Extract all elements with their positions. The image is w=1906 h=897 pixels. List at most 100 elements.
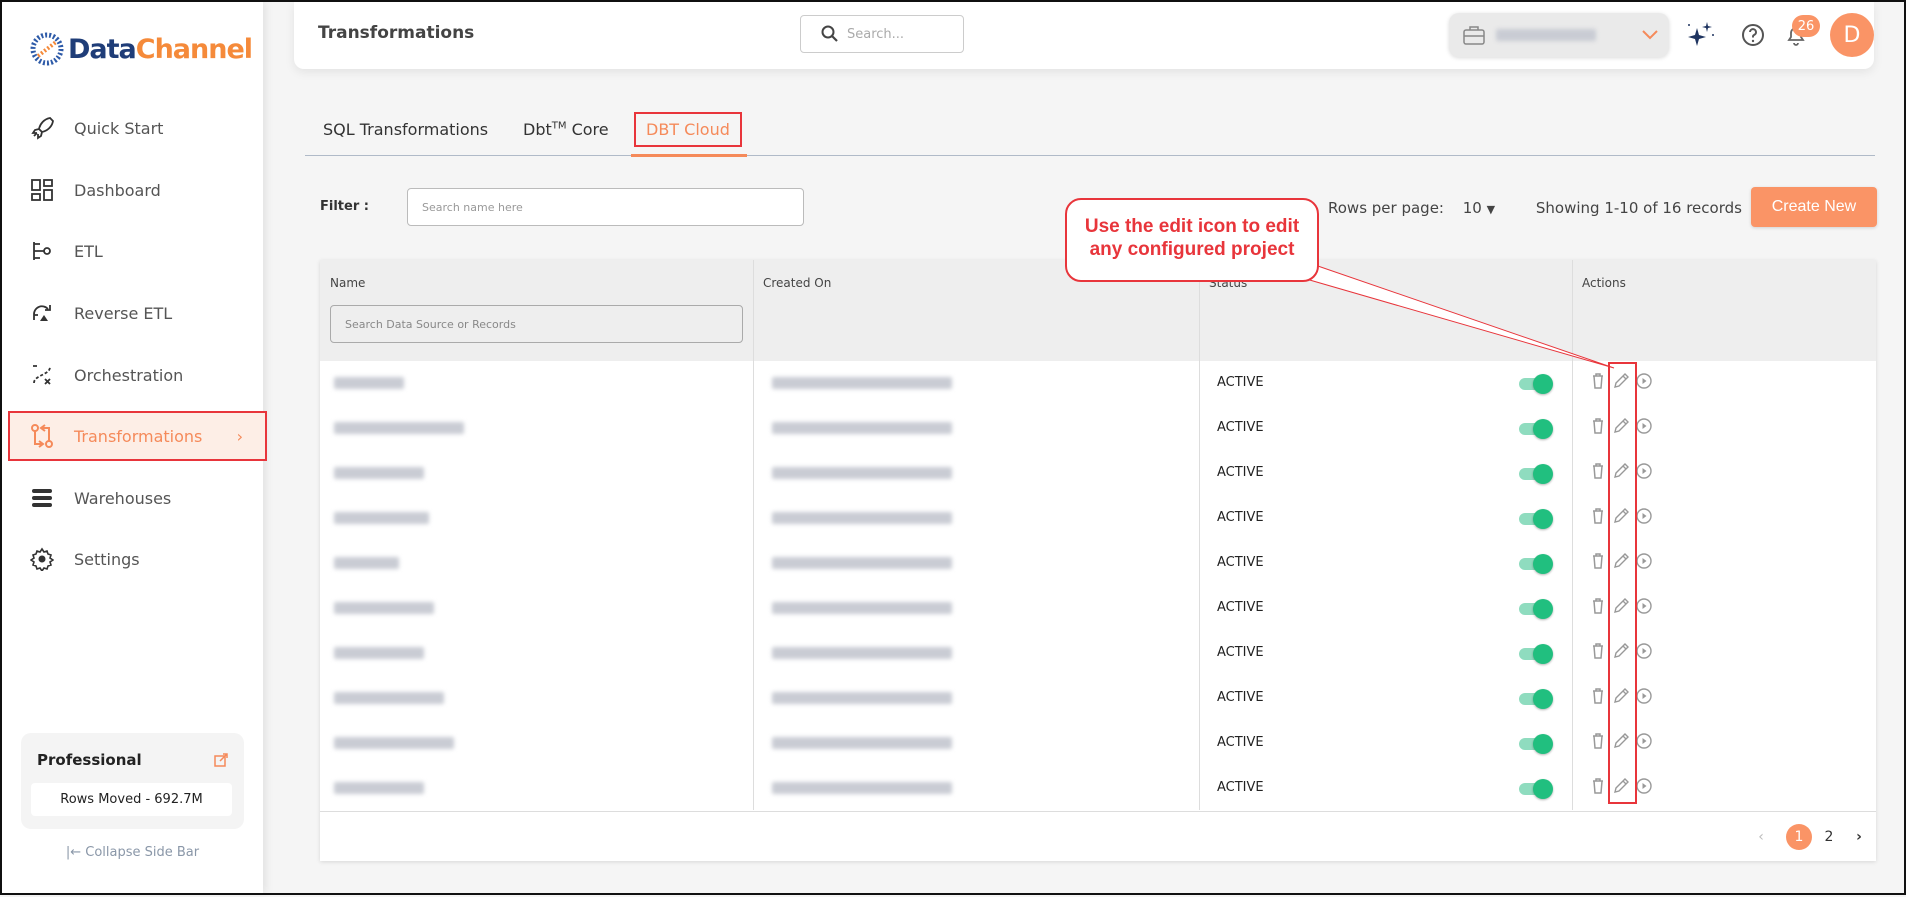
- annotation-line-2: any configured project: [1089, 239, 1295, 260]
- logo-text-channel: Channel: [135, 33, 253, 65]
- status-toggle[interactable]: [1519, 599, 1553, 619]
- trademark-sup: TM: [551, 120, 567, 132]
- name-cell-redacted: [334, 647, 424, 659]
- run-icon[interactable]: [1636, 598, 1652, 614]
- sidebar-item-label: ETL: [74, 241, 103, 261]
- ai-sparkle-icon[interactable]: [1687, 22, 1715, 48]
- sidebar-item-orchestration[interactable]: Orchestration: [2, 350, 263, 400]
- warehouse-icon: [30, 486, 54, 510]
- rocket-icon: [30, 116, 54, 140]
- status-text: ACTIVE: [1217, 420, 1264, 435]
- global-search-input[interactable]: Search...: [800, 15, 964, 53]
- status-toggle[interactable]: [1519, 779, 1553, 799]
- filter-label: Filter :: [320, 199, 369, 214]
- plan-name: Professional: [37, 751, 142, 769]
- delete-icon[interactable]: [1591, 463, 1605, 479]
- sidebar-item-warehouses[interactable]: Warehouses: [2, 473, 263, 523]
- top-header: Transformations Search... 26 D: [294, 2, 1874, 69]
- created-on-cell-redacted: [772, 782, 952, 794]
- status-toggle[interactable]: [1519, 734, 1553, 754]
- logo-globe-icon: [30, 32, 64, 66]
- table-row: ACTIVE: [320, 586, 1876, 631]
- caret-down-icon: ▼: [1486, 203, 1496, 216]
- tab-dbt-core[interactable]: DbtTM Core: [523, 120, 609, 139]
- next-page-button[interactable]: ›: [1846, 824, 1872, 850]
- reverse-etl-icon: [30, 301, 54, 325]
- sidebar-item-quick-start[interactable]: Quick Start: [2, 103, 263, 153]
- delete-icon[interactable]: [1591, 688, 1605, 704]
- transformation-tabs: SQL Transformations DbtTM Core DBT Cloud: [305, 106, 1875, 157]
- sidebar-item-etl[interactable]: ETL: [2, 226, 263, 276]
- pagination: ‹ 1 2 ›: [320, 811, 1876, 861]
- name-cell-redacted: [334, 467, 424, 479]
- workspace-selector[interactable]: [1449, 13, 1669, 57]
- run-icon[interactable]: [1636, 418, 1652, 434]
- created-on-cell-redacted: [772, 512, 952, 524]
- rows-per-page: Rows per page: 10 ▼ Showing 1-10 of 16 r…: [1328, 199, 1742, 217]
- chevron-down-icon: [1642, 30, 1658, 40]
- edit-icons-highlight: [1608, 362, 1637, 804]
- delete-icon[interactable]: [1591, 598, 1605, 614]
- status-toggle[interactable]: [1519, 464, 1553, 484]
- tab-dbt-cloud[interactable]: DBT Cloud: [634, 112, 742, 147]
- delete-icon[interactable]: [1591, 733, 1605, 749]
- delete-icon[interactable]: [1591, 508, 1605, 524]
- sidebar-item-label: Transformations: [74, 426, 203, 446]
- status-text: ACTIVE: [1217, 690, 1264, 705]
- tab-dbt-core-suffix: Core: [566, 120, 609, 139]
- datachannel-logo[interactable]: Data Channel: [30, 32, 253, 66]
- created-on-cell-redacted: [772, 602, 952, 614]
- orchestration-icon: [30, 363, 54, 387]
- status-toggle[interactable]: [1519, 374, 1553, 394]
- delete-icon[interactable]: [1591, 553, 1605, 569]
- run-icon[interactable]: [1636, 373, 1652, 389]
- name-cell-redacted: [334, 377, 404, 389]
- status-text: ACTIVE: [1217, 375, 1264, 390]
- notification-badge: 26: [1792, 15, 1820, 37]
- tab-sql-transformations[interactable]: SQL Transformations: [323, 120, 488, 139]
- status-toggle[interactable]: [1519, 509, 1553, 529]
- delete-icon[interactable]: [1591, 643, 1605, 659]
- sidebar-item-transformations[interactable]: Transformations ›: [8, 411, 267, 461]
- page-2-button[interactable]: 2: [1816, 824, 1842, 850]
- delete-icon[interactable]: [1591, 373, 1605, 389]
- sidebar-item-dashboard[interactable]: Dashboard: [2, 165, 263, 215]
- create-new-button[interactable]: Create New: [1751, 187, 1877, 227]
- help-icon[interactable]: [1741, 23, 1765, 47]
- delete-icon[interactable]: [1591, 418, 1605, 434]
- name-column-search-input[interactable]: Search Data Source or Records: [330, 305, 743, 343]
- prev-page-button[interactable]: ‹: [1748, 824, 1774, 850]
- table-row: ACTIVE: [320, 451, 1876, 496]
- run-icon[interactable]: [1636, 508, 1652, 524]
- delete-icon[interactable]: [1591, 778, 1605, 794]
- status-text: ACTIVE: [1217, 465, 1264, 480]
- run-icon[interactable]: [1636, 733, 1652, 749]
- run-icon[interactable]: [1636, 778, 1652, 794]
- created-on-cell-redacted: [772, 647, 952, 659]
- external-link-icon[interactable]: [214, 753, 228, 767]
- run-icon[interactable]: [1636, 643, 1652, 659]
- projects-table: Name Created On Status Actions Search Da…: [320, 260, 1876, 861]
- status-text: ACTIVE: [1217, 510, 1264, 525]
- created-on-cell-redacted: [772, 467, 952, 479]
- status-toggle[interactable]: [1519, 689, 1553, 709]
- sidebar-item-settings[interactable]: Settings: [2, 534, 263, 584]
- status-toggle[interactable]: [1519, 554, 1553, 574]
- sidebar: Data Channel Quick Start Dashboard ETL Re…: [2, 2, 267, 893]
- run-icon[interactable]: [1636, 688, 1652, 704]
- status-toggle[interactable]: [1519, 644, 1553, 664]
- column-header-name: Name: [330, 276, 366, 290]
- collapse-sidebar-button[interactable]: |← Collapse Side Bar: [2, 845, 263, 860]
- filter-search-input[interactable]: Search name here: [407, 188, 804, 226]
- page-1-button[interactable]: 1: [1786, 824, 1812, 850]
- created-on-cell-redacted: [772, 422, 952, 434]
- avatar[interactable]: D: [1830, 13, 1874, 57]
- run-icon[interactable]: [1636, 463, 1652, 479]
- run-icon[interactable]: [1636, 553, 1652, 569]
- name-cell-redacted: [334, 557, 399, 569]
- page-title: Transformations: [318, 23, 475, 43]
- rows-per-page-select[interactable]: 10 ▼: [1463, 199, 1495, 217]
- sidebar-item-reverse-etl[interactable]: Reverse ETL: [2, 288, 263, 338]
- rows-per-page-value: 10: [1462, 199, 1482, 217]
- status-toggle[interactable]: [1519, 419, 1553, 439]
